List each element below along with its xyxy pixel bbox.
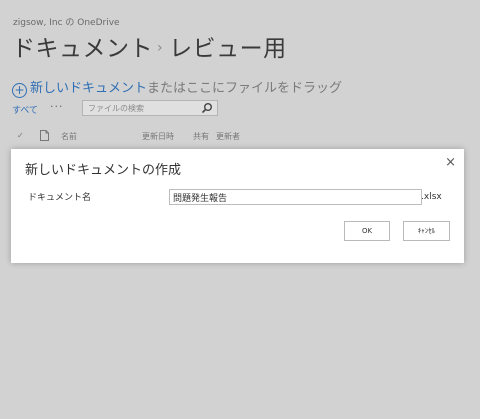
document-name-field[interactable] bbox=[169, 189, 422, 205]
view-bar: すべて ··· ファイルの検索 bbox=[12, 100, 312, 116]
ok-button[interactable]: OK bbox=[344, 221, 390, 241]
search-icon[interactable] bbox=[201, 102, 213, 114]
close-icon[interactable]: × bbox=[445, 155, 456, 170]
dialog-title: 新しいドキュメントの作成 bbox=[25, 163, 182, 178]
check-icon[interactable]: ✓ bbox=[17, 131, 24, 140]
search-input[interactable]: ファイルの検索 bbox=[82, 100, 218, 116]
onedrive-page: zigsow, Inc の OneDrive ドキュメント › レビュー用 + 新しい… bbox=[0, 0, 480, 419]
document-name-label: ドキュメント名 bbox=[28, 193, 92, 203]
column-headers: ✓ 名前 更新日時 共有 更新者 bbox=[12, 130, 312, 144]
breadcrumb-documents[interactable]: ドキュメント bbox=[12, 36, 153, 62]
breadcrumb-review: レビュー用 bbox=[169, 36, 287, 62]
column-shared[interactable]: 共有 bbox=[193, 131, 209, 142]
drag-hint: またはここにファイルをドラッグ bbox=[147, 81, 343, 96]
new-document-dialog: 新しいドキュメントの作成 × ドキュメント名 .xlsx OK ｷｬﾝｾﾙ bbox=[11, 149, 464, 263]
view-all-link[interactable]: すべて bbox=[12, 103, 38, 116]
more-options-button[interactable]: ··· bbox=[50, 100, 64, 113]
add-circle-icon: + bbox=[12, 83, 27, 98]
file-extension: .xlsx bbox=[421, 192, 442, 202]
owner-label: zigsow, Inc の OneDrive bbox=[13, 18, 120, 28]
new-document-link[interactable]: 新しいドキュメント bbox=[30, 81, 147, 96]
document-icon bbox=[40, 130, 49, 141]
new-document-command[interactable]: + 新しいドキュメントまたはここにファイルをドラッグ bbox=[12, 77, 342, 98]
cancel-button[interactable]: ｷｬﾝｾﾙ bbox=[403, 221, 450, 241]
column-modified[interactable]: 更新日時 bbox=[142, 131, 174, 142]
search-placeholder: ファイルの検索 bbox=[88, 104, 144, 113]
column-modified-by[interactable]: 更新者 bbox=[216, 131, 240, 142]
column-name[interactable]: 名前 bbox=[61, 131, 77, 142]
breadcrumb-separator-icon: › bbox=[157, 40, 164, 56]
page-title: ドキュメント › レビュー用 bbox=[12, 29, 287, 63]
